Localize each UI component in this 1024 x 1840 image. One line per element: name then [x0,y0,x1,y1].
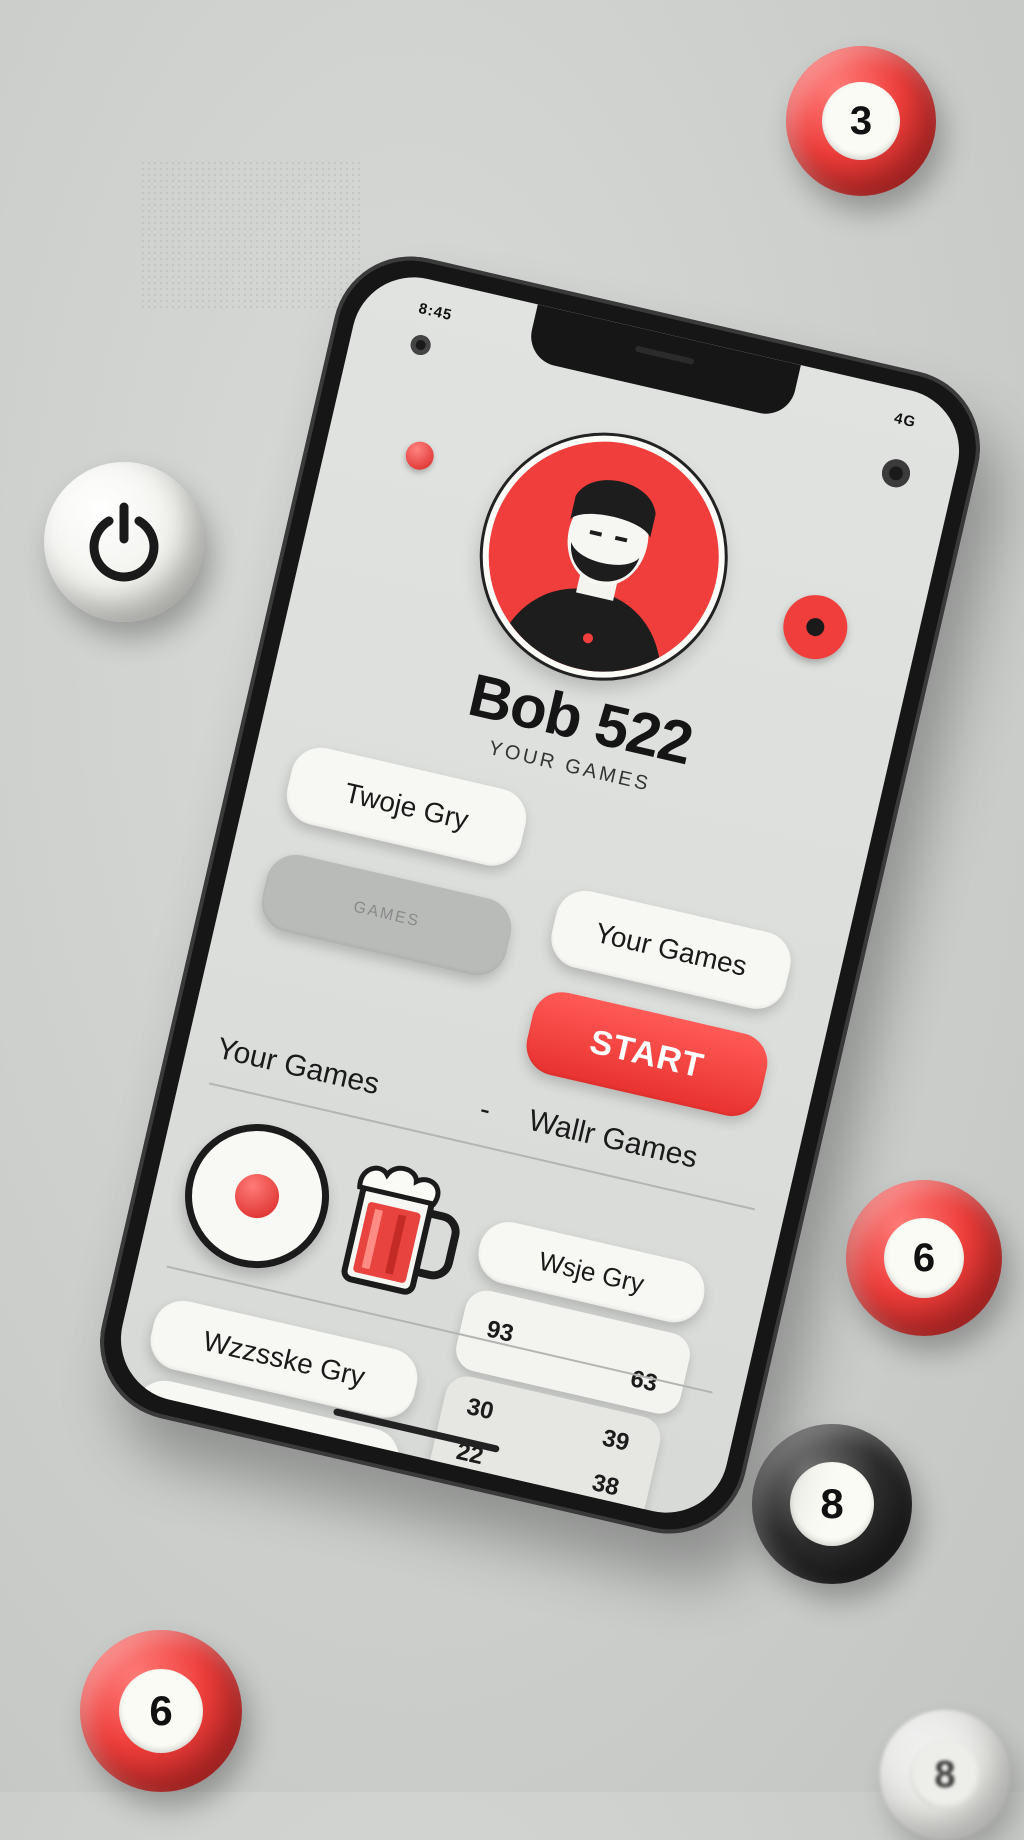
phone-device: 8:45 4G Bob 522 YOUR GAMES Twoje Gry You… [84,241,996,1549]
phone-screen: 8:45 4G Bob 522 YOUR GAMES Twoje Gry You… [108,265,972,1525]
score-right: 39 [599,1424,632,1457]
start-button[interactable]: START [520,986,774,1123]
power-ball [44,462,204,622]
ball-number: 8 [790,1462,874,1546]
ball-number: 6 [119,1669,203,1753]
score-right: 63 [627,1365,660,1398]
ball-number: 3 [822,82,900,160]
speaker [634,345,695,365]
score-right: 38 [589,1469,622,1502]
notch [525,304,801,420]
record-toggle-center [804,616,827,638]
score-left: 33 [435,1510,467,1525]
section-separator: - [476,1092,494,1127]
avatar-icon [495,480,661,688]
background-dot-pattern [140,160,360,310]
ball-8-right: 8 [752,1424,912,1584]
beer-mug-icon [327,1146,475,1309]
camera-right-icon[interactable] [879,456,913,491]
score-left: 30 [464,1393,497,1426]
camera-dot-icon [408,333,433,358]
status-time: 8:45 [416,299,454,325]
section-your-games: Your Games [213,1031,383,1102]
ball-8-bottom: 8 [880,1710,1010,1840]
ball-number: 6 [884,1218,964,1298]
status-network: 4G [892,409,918,432]
power-icon [69,487,179,597]
avatar[interactable] [458,411,749,702]
record-toggle-icon[interactable] [776,588,854,666]
section-wallr-games: Wallr Games [525,1103,701,1175]
record-button[interactable] [170,1109,344,1283]
disabled-button: GAMES [255,848,518,982]
ball-6-bottom: 6 [80,1630,242,1792]
ball-number: 8 [910,1740,980,1810]
ball-6-right: 6 [846,1180,1002,1336]
ball-3: 3 [786,46,936,196]
record-icon [230,1169,284,1223]
red-indicator-icon [402,438,437,473]
